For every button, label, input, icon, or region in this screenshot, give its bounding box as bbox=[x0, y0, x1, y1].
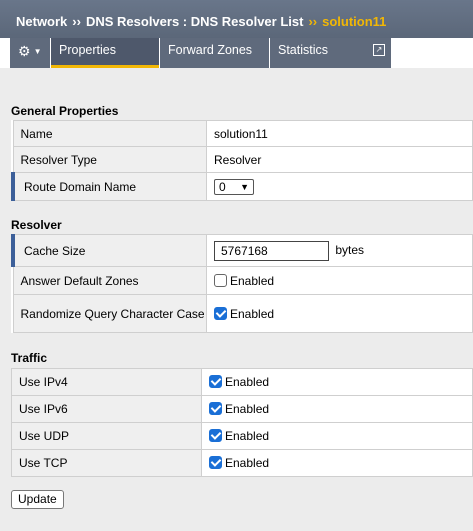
tab-properties-label: Properties bbox=[59, 43, 116, 57]
cache-size-cell: 5767168 bytes bbox=[206, 234, 473, 267]
randomize-query-text: Enabled bbox=[230, 306, 275, 321]
chevron-down-icon: ▼ bbox=[33, 47, 42, 56]
tab-statistics-label: Statistics bbox=[278, 43, 329, 57]
randomize-query-label: Randomize Query Character Case bbox=[12, 294, 207, 333]
use-udp-checkbox[interactable] bbox=[209, 429, 222, 442]
table-row: Use IPv4 Enabled bbox=[11, 368, 473, 396]
breadcrumb-separator: ›› bbox=[72, 14, 81, 29]
tab-properties[interactable]: Properties bbox=[51, 38, 159, 68]
use-udp-cell: Enabled bbox=[201, 422, 473, 450]
breadcrumb-dns-resolver-list[interactable]: DNS Resolvers : DNS Resolver List bbox=[86, 14, 303, 29]
table-row: Use TCP Enabled bbox=[11, 449, 473, 477]
cache-size-label: Cache Size bbox=[11, 234, 207, 267]
randomize-query-cell: Enabled bbox=[206, 294, 473, 333]
route-domain-select[interactable]: 0 ▼ bbox=[214, 178, 254, 195]
tab-forward-zones-label: Forward Zones bbox=[168, 43, 253, 57]
answer-default-zones-label: Answer Default Zones bbox=[12, 266, 207, 295]
use-ipv6-label: Use IPv6 bbox=[11, 395, 202, 423]
use-ipv6-cell: Enabled bbox=[201, 395, 473, 423]
breadcrumb-separator: ›› bbox=[308, 14, 318, 29]
breadcrumb-current: solution11 bbox=[322, 14, 387, 29]
traffic-table: Use IPv4 Enabled Use IPv6 Enabled Use UD… bbox=[11, 368, 473, 477]
answer-default-zones-checkbox[interactable] bbox=[214, 273, 227, 287]
traffic-title: Traffic bbox=[11, 351, 48, 365]
randomize-query-checkbox[interactable] bbox=[214, 306, 227, 320]
tab-forward-zones[interactable]: Forward Zones bbox=[160, 38, 269, 68]
cache-size-unit: bytes bbox=[335, 242, 365, 257]
table-row: Cache Size 5767168 bytes bbox=[11, 234, 473, 267]
breadcrumb: Network ›› DNS Resolvers : DNS Resolver Li… bbox=[0, 0, 473, 38]
resolver-table: Cache Size 5767168 bytes Answer Default … bbox=[11, 234, 473, 333]
gear-menu-button[interactable]: ⚙ ▼ bbox=[10, 38, 50, 68]
resolver-title: Resolver bbox=[11, 218, 62, 232]
resolver-type-label: Resolver Type bbox=[12, 146, 207, 173]
table-row: Answer Default Zones Enabled bbox=[12, 266, 473, 295]
cache-size-input[interactable]: 5767168 bbox=[214, 240, 329, 261]
use-tcp-checkbox[interactable] bbox=[209, 456, 222, 469]
name-label: Name bbox=[12, 120, 207, 147]
chevron-down-icon: ▼ bbox=[240, 181, 249, 192]
use-udp-label: Use UDP bbox=[11, 422, 202, 450]
table-row: Name solution11 bbox=[12, 120, 473, 147]
use-ipv4-checkbox[interactable] bbox=[209, 375, 222, 388]
use-ipv6-checkbox[interactable] bbox=[209, 402, 222, 415]
route-domain-value: 0 bbox=[219, 179, 226, 194]
use-tcp-text: Enabled bbox=[225, 456, 270, 470]
tab-statistics[interactable]: Statistics ↗ bbox=[270, 38, 391, 68]
table-row: Route Domain Name 0 ▼ bbox=[11, 172, 473, 201]
general-properties-title: General Properties bbox=[11, 104, 119, 118]
gear-icon: ⚙ bbox=[18, 43, 31, 59]
answer-default-zones-cell: Enabled bbox=[206, 266, 473, 295]
table-row: Randomize Query Character Case Enabled bbox=[12, 294, 473, 333]
name-value: solution11 bbox=[206, 120, 473, 147]
table-row: Use IPv6 Enabled bbox=[11, 395, 473, 423]
general-properties-table: Name solution11 Resolver Type Resolver R… bbox=[11, 120, 473, 201]
table-row: Resolver Type Resolver bbox=[12, 146, 473, 173]
use-ipv4-cell: Enabled bbox=[201, 368, 473, 396]
answer-default-zones-text: Enabled bbox=[230, 273, 275, 288]
external-link-icon[interactable]: ↗ bbox=[373, 44, 385, 56]
table-row: Use UDP Enabled bbox=[11, 422, 473, 450]
use-ipv4-text: Enabled bbox=[225, 375, 270, 389]
use-ipv6-text: Enabled bbox=[225, 402, 270, 416]
use-ipv4-label: Use IPv4 bbox=[11, 368, 202, 396]
update-button[interactable]: Update bbox=[11, 490, 64, 509]
use-tcp-cell: Enabled bbox=[201, 449, 473, 477]
route-domain-label: Route Domain Name bbox=[11, 172, 207, 201]
use-tcp-label: Use TCP bbox=[11, 449, 202, 477]
route-domain-cell: 0 ▼ bbox=[206, 172, 473, 201]
use-udp-text: Enabled bbox=[225, 429, 270, 443]
tab-bar: ⚙ ▼ Properties Forward Zones Statistics ↗ bbox=[0, 38, 473, 68]
breadcrumb-network[interactable]: Network bbox=[16, 14, 67, 29]
resolver-type-value: Resolver bbox=[206, 146, 473, 173]
